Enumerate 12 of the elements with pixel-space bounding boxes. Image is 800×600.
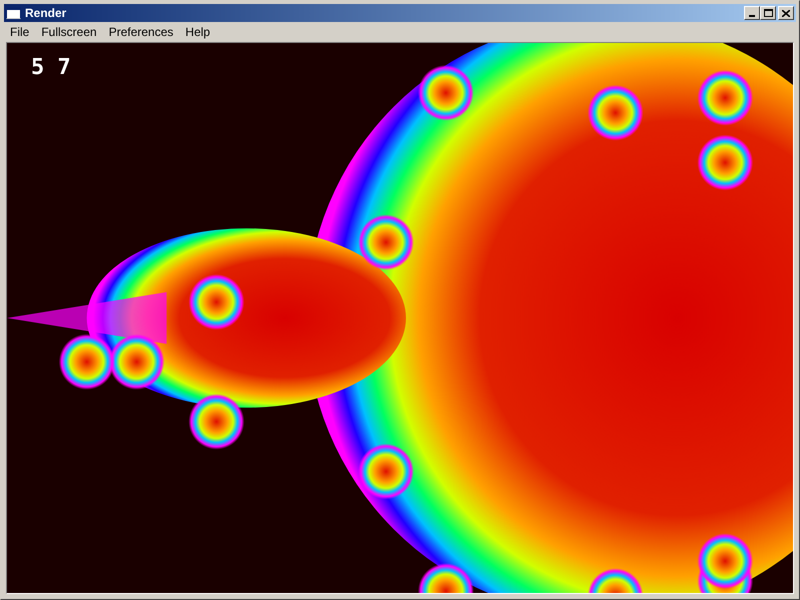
window-icon: [6, 7, 21, 19]
menu-item[interactable]: Help: [179, 26, 216, 38]
minimize-button[interactable]: [744, 6, 760, 20]
window-title: Render: [25, 7, 68, 19]
counter-overlay: 5 7: [31, 57, 71, 79]
close-icon: [782, 10, 790, 16]
menu-item[interactable]: File: [4, 26, 36, 38]
menu-item[interactable]: Preferences: [102, 26, 180, 38]
menu-item[interactable]: Fullscreen: [35, 26, 103, 38]
maximize-icon: [764, 9, 772, 17]
close-button[interactable]: [778, 6, 794, 20]
maximize-button[interactable]: [760, 6, 776, 20]
